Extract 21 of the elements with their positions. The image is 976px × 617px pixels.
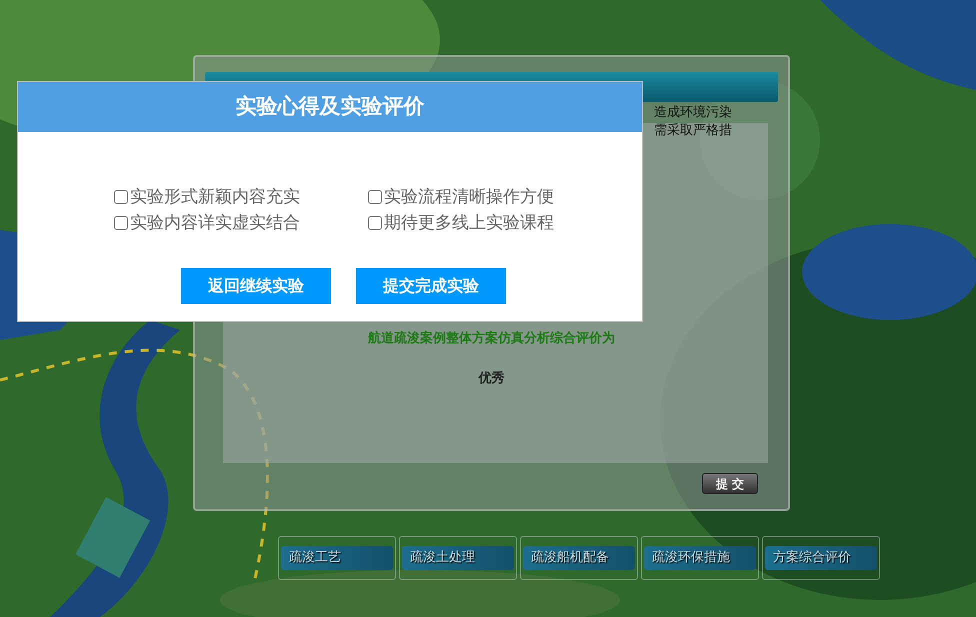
checkbox[interactable]	[114, 216, 128, 230]
nav-tab[interactable]: 疏浚工艺	[281, 546, 393, 570]
dialog-button[interactable]: 提交完成实验	[356, 268, 506, 304]
dialog-title: 实验心得及实验评价	[18, 82, 642, 132]
option-label: 实验内容详实虚实结合	[130, 212, 300, 235]
nav-tab[interactable]: 疏浚环保措施	[644, 546, 756, 570]
dialog-button[interactable]: 返回继续实验	[181, 268, 331, 304]
evaluation-grade: 优秀	[477, 370, 506, 388]
nav-tab[interactable]: 疏浚船机配备	[523, 546, 635, 570]
submit-button[interactable]: 提 交	[702, 473, 758, 494]
option-label: 期待更多线上实验课程	[384, 212, 554, 235]
checkbox[interactable]	[368, 190, 382, 204]
checkbox[interactable]	[368, 216, 382, 230]
result-note: 需采取严格措	[654, 122, 732, 140]
checkbox[interactable]	[114, 190, 128, 204]
option-label: 实验形式新颖内容充实	[130, 186, 300, 209]
evaluation-summary: 航道疏浚案例整体方案仿真分析综合评价为	[366, 330, 616, 348]
nav-tab[interactable]: 疏浚土处理	[402, 546, 514, 570]
nav-tab[interactable]: 方案综合评价	[765, 546, 877, 570]
result-note: 造成环境污染	[654, 104, 732, 122]
option-label: 实验流程清晰操作方便	[384, 186, 554, 209]
